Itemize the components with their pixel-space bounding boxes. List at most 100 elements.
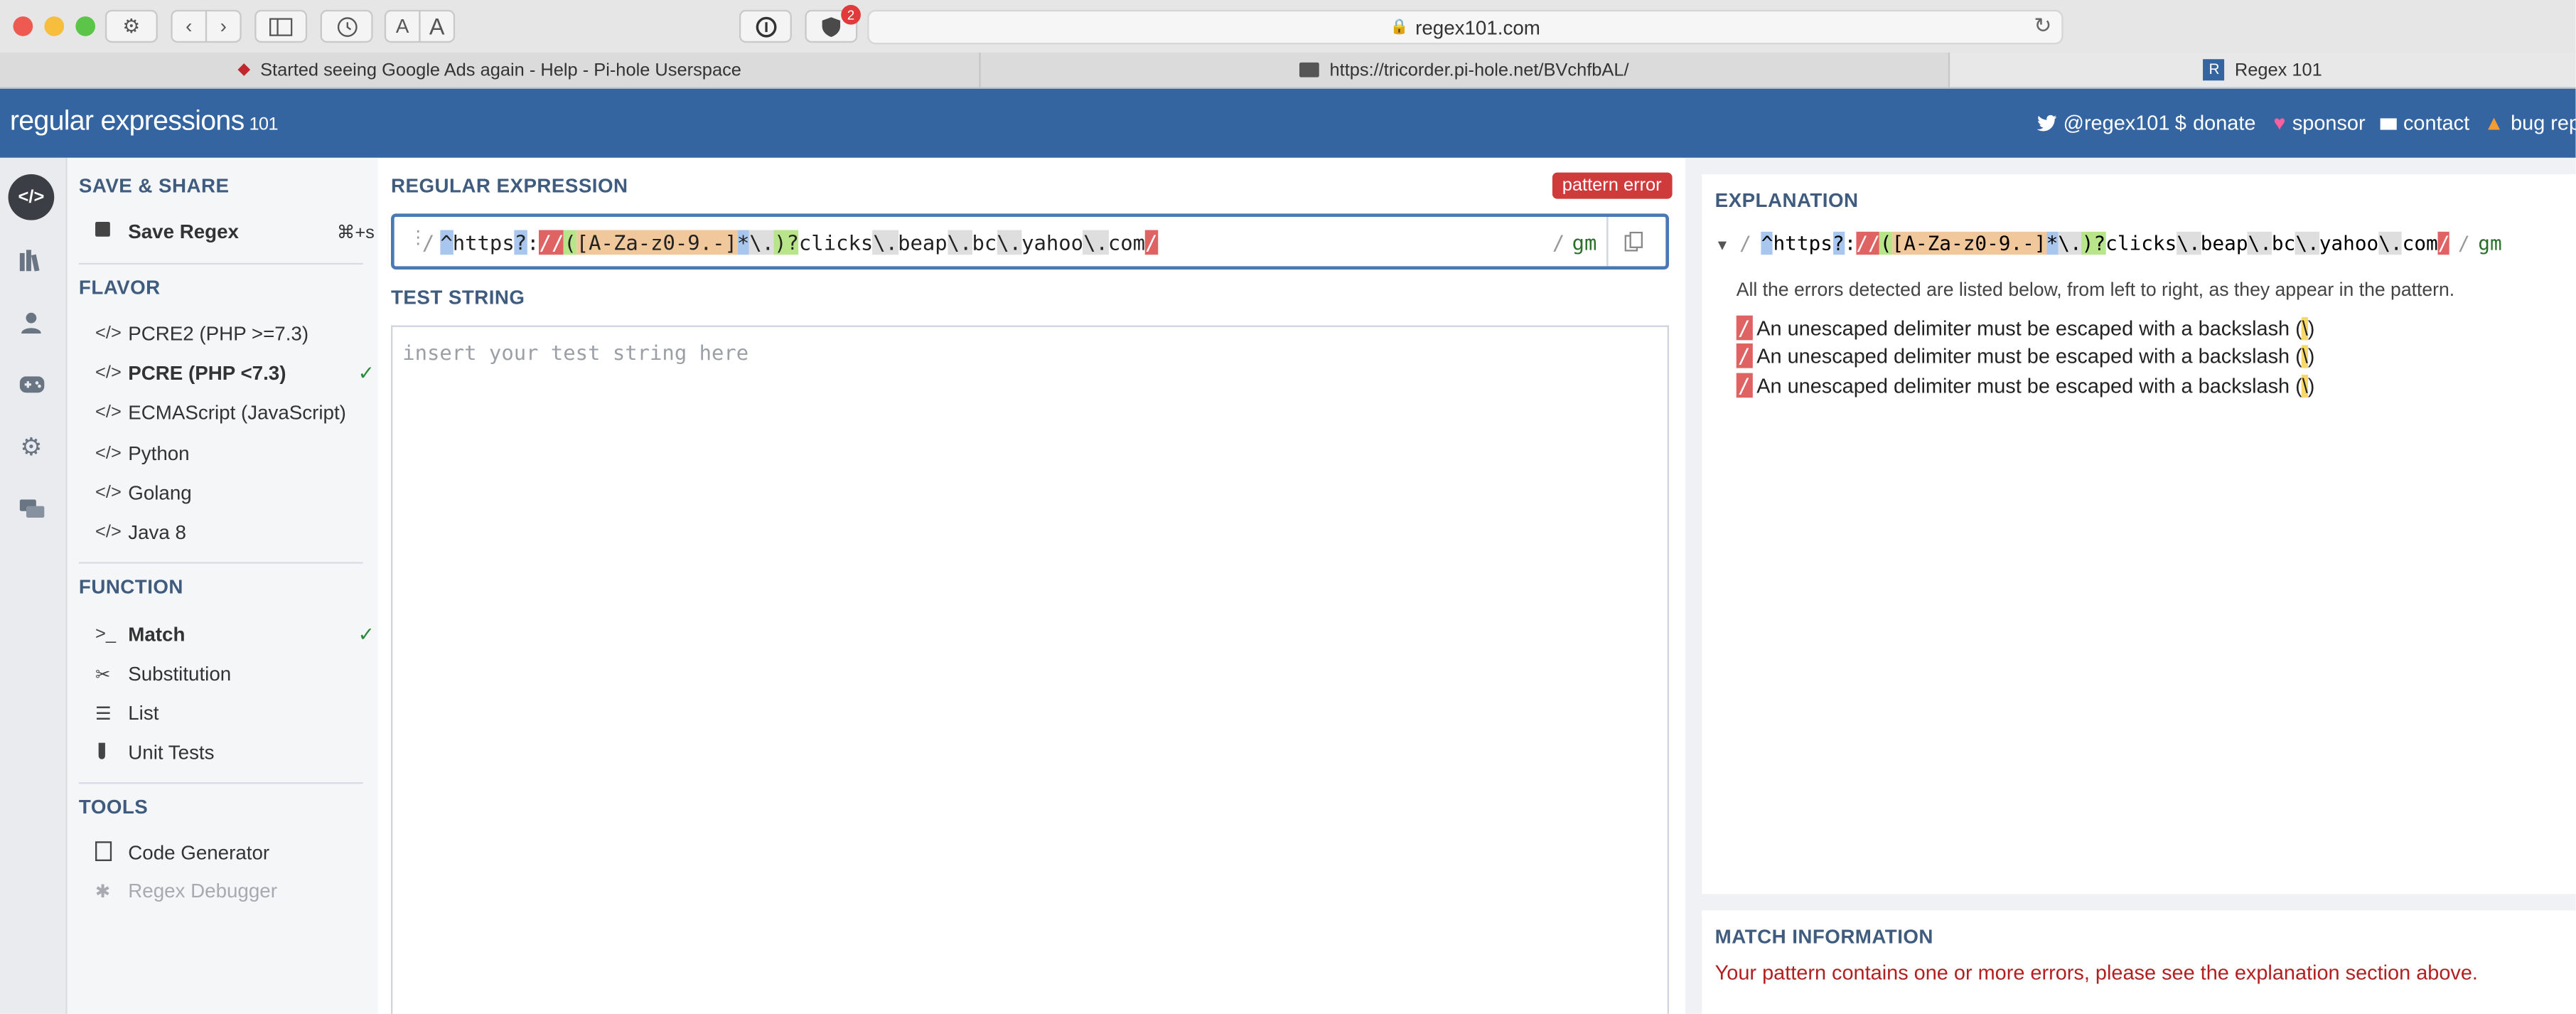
explanation-error-2[interactable]: / An unescaped delimiter must be escaped… (1736, 343, 2314, 368)
flavor-java8[interactable]: </> Java 8 (95, 521, 391, 544)
sponsor-link[interactable]: ♥ sponsor (2273, 112, 2365, 134)
copy-regex-button[interactable] (1624, 230, 1643, 260)
test-tube-icon (95, 742, 128, 763)
flavor-label: ECMAScript (JavaScript) (128, 400, 346, 425)
nav-library-button[interactable] (9, 237, 55, 283)
error-backslash: \ (2302, 345, 2308, 368)
test-string-editor[interactable]: insert your test string here (391, 325, 1669, 1014)
regex-token: ? (1832, 231, 1845, 255)
explanation-intro: All the errors detected are listed below… (1736, 281, 2455, 301)
sidebar-toggle-button[interactable] (254, 9, 308, 43)
flavor-ecmascript[interactable]: </> ECMAScript (JavaScript) (95, 401, 391, 424)
regex-token-error: / (2437, 231, 2450, 255)
floppy-disk-icon (95, 221, 128, 242)
list-icon: ☰ (95, 704, 112, 724)
regex-token: ? (514, 230, 527, 255)
forward-button[interactable]: › (205, 9, 242, 43)
regex-token: ) (2081, 231, 2094, 255)
nav-account-button[interactable] (9, 299, 55, 346)
settings-toolbar-button[interactable]: ⚙ (104, 9, 158, 43)
nav-settings-button[interactable]: ⚙ (9, 424, 55, 470)
error-close: ) (2307, 317, 2315, 341)
contact-link[interactable]: contact (2380, 112, 2469, 135)
regex-token: ) (774, 230, 787, 255)
nav-chat-button[interactable] (9, 486, 55, 533)
warning-icon: ▲ (2484, 112, 2504, 135)
regex-token: \. (2177, 231, 2201, 255)
address-bar[interactable]: 🔒 regex101.com ↻ (867, 9, 2064, 45)
match-info-heading: MATCH INFORMATION (1714, 925, 1933, 949)
error-close: ) (2307, 374, 2315, 398)
tool-code-generator[interactable]: Code Generator (95, 840, 391, 865)
close-window-button[interactable] (13, 16, 33, 36)
history-button[interactable] (320, 9, 373, 43)
regex-heading: REGULAR EXPRESSION (391, 174, 628, 198)
envelope-icon (2380, 117, 2397, 129)
sidebar-divider (78, 262, 363, 265)
text-larger-button[interactable]: A (419, 9, 456, 43)
tab-regex101[interactable]: R Regex 101 (1950, 52, 2576, 87)
explanation-error-3[interactable]: / An unescaped delimiter must be escaped… (1736, 373, 2315, 398)
regex-token: bc (972, 230, 997, 255)
regex-input[interactable]: ⋮ / ^https?://([A-Za-z0-9.-]*\.)?clicks\… (391, 213, 1669, 270)
explanation-pattern-row[interactable]: ▼ / ^https?://([A-Za-z0-9.-]*\.)?clicks\.b… (1715, 231, 2502, 255)
address-bar-url: regex101.com (1415, 15, 1540, 39)
explanation-delimiter-open: / (1739, 231, 1751, 255)
code-icon: </> (95, 522, 122, 543)
regex-delimiter-open: / (422, 230, 435, 255)
nav-editor-button[interactable]: </> (8, 174, 55, 220)
flavor-pcre[interactable]: </> PCRE (PHP <7.3) ✓ (95, 361, 391, 384)
logo-text: regular expressions (9, 105, 245, 137)
tab-pihole-help[interactable]: ◆ Started seeing Google Ads again - Help… (0, 52, 981, 87)
save-share-heading: SAVE & SHARE (78, 174, 230, 198)
donate-link-label: donate (2193, 112, 2256, 135)
password-extension-button[interactable] (739, 9, 792, 43)
regex-token: \. (2295, 231, 2319, 255)
reload-icon[interactable]: ↻ (2034, 13, 2051, 39)
explanation-error-1[interactable]: / An unescaped delimiter must be escaped… (1736, 315, 2315, 341)
flavor-python[interactable]: </> Python (95, 442, 391, 465)
regex-token: beap (2200, 231, 2248, 255)
flavor-label: Python (128, 442, 190, 466)
explanation-delimiter-close: / (2458, 231, 2470, 255)
checkmark-icon: ✓ (358, 622, 375, 646)
browser-tab-bar: ◆ Started seeing Google Ads again - Help… (0, 52, 2576, 89)
logo-version: 101 (249, 114, 278, 135)
function-list[interactable]: ☰ List (95, 702, 391, 725)
function-match[interactable]: >_ Match ✓ (95, 623, 391, 646)
back-button[interactable]: ‹ (171, 9, 208, 43)
flavor-golang[interactable]: </> Golang (95, 481, 391, 504)
tab-label: https://tricorder.pi-hole.net/BVchfbAL/ (1329, 60, 1629, 80)
text-smaller-label: A (395, 14, 409, 38)
code-icon: </> (95, 363, 122, 383)
code-file-icon (95, 840, 128, 865)
regex-token: yahoo (2319, 231, 2379, 255)
minimize-window-button[interactable] (44, 16, 65, 36)
text-smaller-button[interactable]: A (384, 9, 421, 43)
bug-report-link[interactable]: ▲ bug rep (2484, 112, 2575, 134)
regex101-favicon-icon: R (2203, 59, 2225, 81)
flavor-heading: FLAVOR (78, 276, 161, 299)
regex-token: https (452, 230, 515, 255)
site-logo[interactable]: regular expressions 101 (9, 105, 279, 138)
donate-link[interactable]: $ donate (2175, 112, 2256, 134)
function-unit-tests[interactable]: Unit Tests (95, 741, 391, 764)
gamepad-icon (18, 376, 44, 393)
tab-tricorder[interactable]: https://tricorder.pi-hole.net/BVchfbAL/ (981, 52, 1950, 87)
flavor-pcre2[interactable]: </> PCRE2 (PHP >=7.3) (95, 322, 391, 345)
function-substitution[interactable]: ✂ Substitution (95, 662, 391, 685)
tool-regex-debugger[interactable]: ✱ Regex Debugger (95, 879, 391, 902)
twitter-link[interactable]: @regex101 (2036, 112, 2170, 135)
caret-down-icon[interactable]: ▼ (1715, 237, 1730, 253)
flags-divider (1606, 217, 1609, 267)
regex-token: \. (749, 230, 775, 255)
regex-token: ( (564, 230, 576, 255)
nav-quiz-button[interactable] (9, 361, 55, 407)
regex-flags[interactable]: gm (1572, 230, 1597, 255)
code-icon: </> (95, 324, 122, 343)
save-regex-button[interactable]: Save Regex ⌘+s (95, 220, 391, 243)
right-panel: EXPLANATION ▼ / ^https?://([A-Za-z0-9.-]*\… (1685, 157, 2576, 1014)
explanation-panel: EXPLANATION ▼ / ^https?://([A-Za-z0-9.-]*\… (1702, 174, 2576, 895)
zoom-window-button[interactable] (75, 16, 96, 36)
twitter-link-label: @regex101 (2063, 112, 2170, 135)
